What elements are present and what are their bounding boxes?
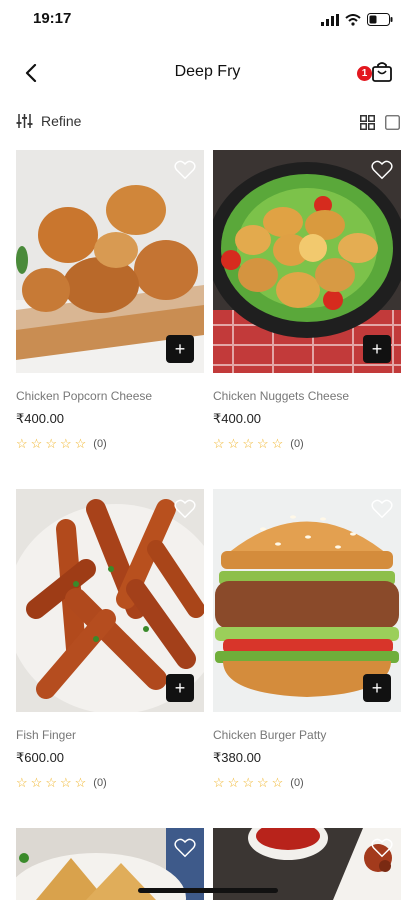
product-price: ₹400.00 xyxy=(213,411,262,426)
product-name[interactable]: Fish Finger xyxy=(16,728,204,742)
plus-icon: + xyxy=(174,678,186,698)
product-rating: ☆ ☆ ☆ ☆ ☆ (0) xyxy=(213,776,401,789)
star-icon: ☆ xyxy=(227,436,240,451)
heart-icon[interactable] xyxy=(174,498,196,520)
plus-icon: + xyxy=(371,678,383,698)
product-image[interactable]: + xyxy=(16,489,204,712)
heart-icon[interactable] xyxy=(371,837,393,859)
product-image[interactable]: + xyxy=(213,489,401,712)
product-price: ₹400.00 xyxy=(16,411,65,426)
add-to-cart-button[interactable]: + xyxy=(363,674,391,702)
product-rating: ☆ ☆ ☆ ☆ ☆ (0) xyxy=(213,437,401,450)
product-price: ₹600.00 xyxy=(16,750,65,765)
product-card[interactable]: + Chicken Popcorn Cheese ₹400.00 ☆ ☆ ☆ ☆ ☆ (… xyxy=(16,150,204,450)
status-bar: 19:17 xyxy=(0,0,415,40)
heart-icon[interactable] xyxy=(371,498,393,520)
status-icons xyxy=(321,13,393,26)
star-icon: ☆ xyxy=(213,436,225,451)
star-icon: ☆ xyxy=(45,775,57,790)
sliders-icon xyxy=(16,114,33,128)
add-to-cart-button[interactable]: + xyxy=(166,335,194,363)
star-icon: ☆ xyxy=(59,775,72,790)
star-icon: ☆ xyxy=(16,775,28,790)
product-name[interactable]: Chicken Nuggets Cheese xyxy=(213,389,401,403)
star-icon: ☆ xyxy=(271,775,284,790)
plus-icon: + xyxy=(371,339,383,359)
review-count: (0) xyxy=(290,776,304,789)
star-icon: ☆ xyxy=(74,775,87,790)
heart-icon[interactable] xyxy=(371,159,393,181)
star-icon: ☆ xyxy=(213,775,225,790)
star-icon: ☆ xyxy=(256,436,269,451)
wifi-icon xyxy=(345,13,361,26)
star-icon: ☆ xyxy=(227,775,240,790)
review-count: (0) xyxy=(290,437,304,450)
refine-label: Refine xyxy=(41,113,82,129)
signal-icon xyxy=(321,13,339,26)
grid-view-icon[interactable] xyxy=(360,115,375,130)
star-icon: ☆ xyxy=(256,775,269,790)
star-icon: ☆ xyxy=(242,436,254,451)
review-count: (0) xyxy=(93,437,107,450)
add-to-cart-button[interactable]: + xyxy=(363,335,391,363)
home-indicator[interactable] xyxy=(138,888,278,893)
star-icon: ☆ xyxy=(74,436,87,451)
single-view-icon[interactable] xyxy=(385,115,400,130)
product-name[interactable]: Chicken Popcorn Cheese xyxy=(16,389,204,403)
product-card[interactable]: + Chicken Burger Patty ₹380.00 ☆ ☆ ☆ ☆ ☆ (0) xyxy=(213,489,401,789)
battery-icon xyxy=(367,13,393,26)
page-title: Deep Fry xyxy=(174,63,241,80)
star-icon: ☆ xyxy=(16,436,28,451)
cart-count-badge: 1 xyxy=(357,66,372,81)
plus-icon: + xyxy=(174,339,186,359)
product-image[interactable]: + xyxy=(16,150,204,373)
star-icon: ☆ xyxy=(45,436,57,451)
product-rating: ☆ ☆ ☆ ☆ ☆ (0) xyxy=(16,437,204,450)
product-card[interactable]: + Chicken Nuggets Cheese ₹400.00 ☆ ☆ ☆ ☆ ☆ (… xyxy=(213,150,401,450)
star-icon: ☆ xyxy=(59,436,72,451)
product-price: ₹380.00 xyxy=(213,750,262,765)
product-card[interactable]: + Fish Finger ₹600.00 ☆ ☆ ☆ ☆ ☆ (0) xyxy=(16,489,204,789)
product-name[interactable]: Chicken Burger Patty xyxy=(213,728,401,742)
star-icon: ☆ xyxy=(30,775,43,790)
review-count: (0) xyxy=(93,776,107,789)
heart-icon[interactable] xyxy=(174,837,196,859)
cart-button[interactable]: 1 xyxy=(357,58,397,88)
view-toggle xyxy=(360,115,400,130)
product-rating: ☆ ☆ ☆ ☆ ☆ (0) xyxy=(16,776,204,789)
shopping-bag-icon xyxy=(372,62,392,82)
status-time: 19:17 xyxy=(33,10,72,27)
star-icon: ☆ xyxy=(271,436,284,451)
heart-icon[interactable] xyxy=(174,159,196,181)
star-icon: ☆ xyxy=(242,775,254,790)
refine-button[interactable]: Refine xyxy=(16,113,81,129)
add-to-cart-button[interactable]: + xyxy=(166,674,194,702)
star-icon: ☆ xyxy=(30,436,43,451)
product-image[interactable]: + xyxy=(213,150,401,373)
toolbar: Refine xyxy=(0,108,415,140)
app-header: Deep Fry 1 xyxy=(0,50,415,96)
